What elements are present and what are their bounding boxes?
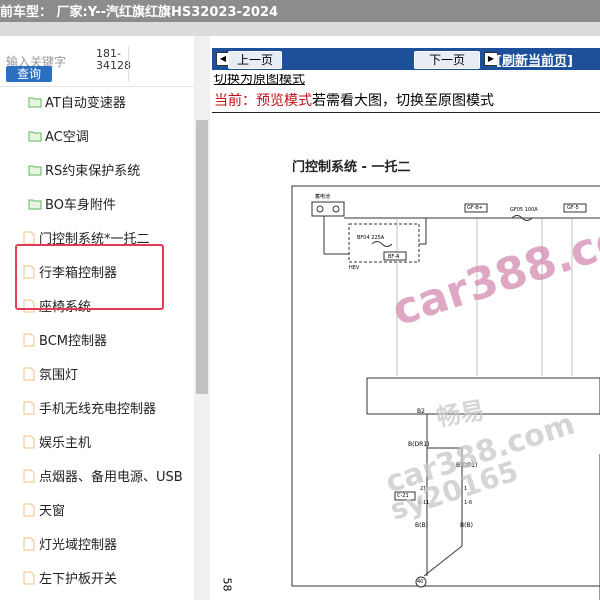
left-panel: 输入关键字 查询 181- 34128 AT自动变速器 AC空调 RS约束保护系统 B… (0, 36, 210, 600)
page-icon (22, 401, 36, 415)
tree-item-label: 氛围灯 (39, 368, 79, 383)
page-icon (22, 503, 36, 517)
tree-item-label: AC空调 (45, 130, 89, 145)
tree-item-label: 天窗 (39, 504, 66, 519)
tree-item[interactable]: AT自动变速器 (28, 92, 126, 116)
prev-page-button[interactable]: 上一页 (228, 51, 282, 69)
content-divider (212, 112, 600, 113)
page-icon (22, 571, 36, 585)
label-gf05: GF05 100A (510, 207, 538, 213)
tree-item-label: 左下护板开关 (39, 572, 118, 587)
diagram-lines (291, 185, 600, 600)
tree-item-label: RS约束保护系统 (45, 164, 141, 179)
battery-terminal (316, 205, 324, 213)
tree-item-label: 娱乐主机 (39, 436, 92, 451)
switch-original-mode-link[interactable]: 切换为原图模式 (214, 74, 305, 86)
wire (423, 545, 463, 577)
label-bdr1: B(DR1) (408, 441, 430, 448)
tree-item[interactable]: 氛围灯 (22, 364, 78, 388)
folder-green-icon (28, 129, 42, 143)
page-icon (22, 435, 36, 449)
label-gfb: GF-B+ (467, 205, 483, 211)
label-bb2: B(B) (460, 522, 473, 529)
current-mode-hint: 若需看大图，切换至原图模式 (312, 93, 494, 109)
label-b2: B2 (417, 408, 425, 415)
page-icon (22, 537, 36, 551)
diagram-page-number: 58 (220, 577, 234, 592)
tree-item[interactable]: 左下护板开关 (22, 568, 117, 592)
tree-item-label: 手机无线充电控制器 (39, 402, 157, 417)
label-battery: 蓄电池 (315, 194, 331, 200)
battery-terminal (332, 205, 340, 213)
label-bb: B(B) (415, 522, 428, 529)
tree-item[interactable]: RS约束保护系统 (28, 160, 140, 184)
folder-green-icon (28, 197, 42, 211)
content-panel: ◀ 上一页 下一页 ▶ [刷新当前页] 切换为原图模式 当前：预览模式若需看大图… (212, 36, 600, 600)
tree-item[interactable]: 娱乐主机 (22, 432, 91, 456)
label-bf4: BF-4 (388, 254, 400, 260)
search-separator (128, 46, 129, 82)
vehicle-title: 前车型： 厂家:Y--汽红旗红旗HS32023-2024 (0, 5, 279, 20)
tree-item[interactable]: BCM控制器 (22, 330, 107, 354)
page-icon (22, 333, 36, 347)
tree-item-label: 点烟器、备用电源、USB (39, 470, 183, 485)
label-ground-40: 40 (417, 579, 424, 585)
title-bar: 前车型： 厂家:Y--汽红旗红旗HS32023-2024 (0, 0, 600, 22)
current-mode-line: 当前：预览模式若需看大图，切换至原图模式 (214, 90, 494, 110)
page-icon (22, 231, 36, 245)
search-area: 输入关键字 查询 181- 34128 (0, 36, 210, 86)
left-scrollbar[interactable] (194, 36, 210, 600)
tree-item[interactable]: 点烟器、备用电源、USB (22, 466, 183, 490)
tree-item[interactable]: 灯光域控制器 (22, 534, 117, 558)
tree-item[interactable]: AC空调 (28, 126, 89, 150)
tree-item[interactable]: 手机无线充电控制器 (22, 398, 156, 422)
tree-item[interactable]: BO车身附件 (28, 194, 116, 218)
tree-item-label: AT自动变速器 (45, 96, 126, 111)
next-page-button[interactable]: 下一页 (414, 51, 480, 69)
search-divider (0, 86, 210, 87)
tree-item-label: 灯光域控制器 (39, 538, 118, 553)
current-mode-label: 当前：预览模式 (214, 93, 312, 109)
folder-green-icon (28, 95, 42, 109)
search-button[interactable]: 查询 (6, 66, 52, 82)
label-bf04: BF04 225A (357, 235, 385, 241)
page-icon (22, 367, 36, 381)
header-separator (0, 22, 600, 36)
page-nav-bar: ◀ 上一页 下一页 ▶ [刷新当前页] (212, 48, 600, 70)
tree-item-label: BO车身附件 (45, 198, 116, 213)
wiring-diagram: 门控制系统 - 一托二 蓄电池 GF-B+ GF05 100A GF-5 BF0… (212, 136, 600, 600)
tree-item[interactable]: 天窗 (22, 500, 65, 524)
folder-green-icon (28, 163, 42, 177)
scrollbar-thumb[interactable] (196, 120, 208, 394)
tree-item-label: BCM控制器 (39, 334, 107, 349)
label-hev: HEV (349, 265, 360, 271)
selection-highlight (15, 244, 164, 310)
fuse-bf04 (371, 241, 393, 247)
page-icon (22, 469, 36, 483)
vehicle-code: 181- 34128 (96, 47, 131, 72)
refresh-page-link[interactable]: [刷新当前页] (496, 50, 573, 69)
label-gf5: GF-5 (567, 205, 579, 211)
